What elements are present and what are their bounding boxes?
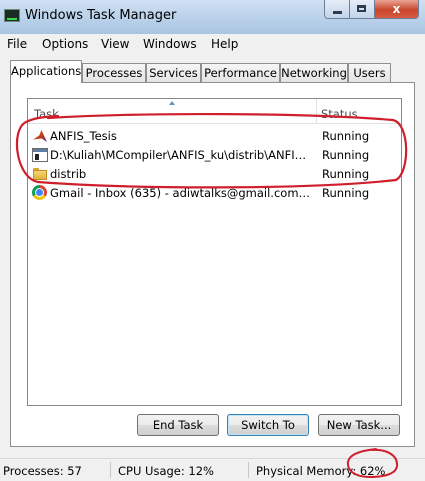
maximize-button[interactable] — [350, 0, 375, 19]
task-status: Running — [322, 186, 370, 200]
table-row[interactable]: ANFIS_Tesis Running — [28, 127, 401, 145]
console-icon — [32, 148, 48, 162]
chrome-icon — [32, 185, 47, 200]
window-title: Windows Task Manager — [25, 8, 177, 23]
menu-help[interactable]: Help — [211, 37, 238, 51]
folder-icon — [32, 166, 48, 182]
table-row[interactable]: Gmail - Inbox (635) - adiwtalks@gmail.co… — [28, 184, 401, 202]
task-manager-icon — [4, 9, 20, 22]
switch-to-button[interactable]: Switch To — [227, 414, 309, 436]
menu-windows[interactable]: Windows — [143, 37, 197, 51]
matlab-icon — [32, 128, 48, 144]
tab-performance[interactable]: Performance — [201, 63, 280, 82]
minimize-icon — [333, 11, 342, 14]
task-name: Gmail - Inbox (635) - adiwtalks@gmail.co… — [50, 186, 312, 200]
menu-view[interactable]: View — [101, 37, 129, 51]
menu-file[interactable]: File — [7, 37, 27, 51]
sort-ascending-icon — [169, 101, 175, 105]
task-list[interactable]: Task Status ANFIS_Tesis Running D:\Kulia… — [27, 98, 402, 406]
maximize-icon — [357, 5, 366, 12]
title-bar[interactable]: Windows Task Manager x — [0, 0, 425, 34]
menu-options[interactable]: Options — [42, 37, 88, 51]
task-name: D:\Kuliah\MCompiler\ANFIS_ku\distrib\ANF… — [50, 148, 312, 162]
task-status: Running — [322, 148, 370, 162]
table-row[interactable]: distrib Running — [28, 165, 401, 183]
table-row[interactable]: D:\Kuliah\MCompiler\ANFIS_ku\distrib\ANF… — [28, 146, 401, 164]
column-divider[interactable] — [316, 99, 317, 123]
task-status: Running — [322, 129, 370, 143]
tab-users[interactable]: Users — [348, 63, 391, 82]
close-button[interactable]: x — [375, 0, 419, 19]
physical-memory: Physical Memory: 62% — [256, 464, 386, 478]
tab-applications[interactable]: Applications — [10, 60, 82, 83]
list-header: Task Status — [28, 99, 401, 124]
close-icon: x — [392, 2, 401, 16]
status-separator — [110, 462, 111, 478]
task-name: ANFIS_Tesis — [50, 129, 117, 143]
new-task-button[interactable]: New Task... — [318, 414, 400, 436]
status-bar: Processes: 57 CPU Usage: 12% Physical Me… — [0, 458, 425, 481]
column-header-status[interactable]: Status — [321, 107, 358, 121]
end-task-button[interactable]: End Task — [137, 414, 219, 436]
tab-processes[interactable]: Processes — [82, 63, 146, 82]
task-name: distrib — [50, 167, 87, 181]
menu-bar: File Options View Windows Help — [0, 34, 425, 55]
tab-networking[interactable]: Networking — [280, 63, 348, 82]
tab-services[interactable]: Services — [146, 63, 201, 82]
window-controls: x — [324, 0, 419, 20]
minimize-button[interactable] — [324, 0, 350, 19]
column-header-task[interactable]: Task — [34, 107, 59, 121]
task-status: Running — [322, 167, 370, 181]
processes-count: Processes: 57 — [3, 464, 82, 478]
cpu-usage: CPU Usage: 12% — [118, 464, 214, 478]
status-separator — [248, 462, 249, 478]
